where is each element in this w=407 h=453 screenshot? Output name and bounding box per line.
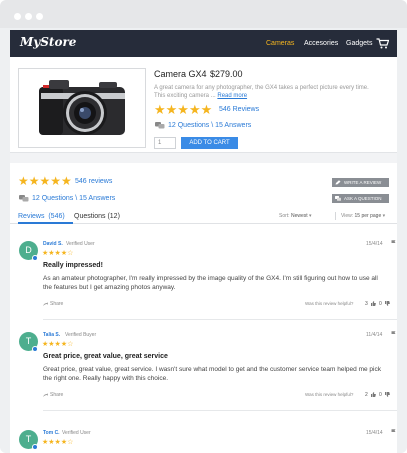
review-date: 15/4/14: [366, 430, 383, 436]
ask-question-button[interactable]: ASK A QUESTION: [332, 194, 389, 203]
product-price: $279.00: [210, 69, 243, 79]
summary-reviews-link[interactable]: 546 reviews: [75, 178, 112, 185]
thumbs-down-icon[interactable]: [385, 301, 390, 306]
product-rating-stars: ★★★★★: [154, 102, 213, 117]
section-divider: [10, 153, 397, 163]
quantity-input[interactable]: 1: [154, 137, 176, 149]
view-label: View:: [341, 213, 354, 219]
sort-select[interactable]: Sort: Newest ▾: [279, 213, 312, 219]
verified-badge-icon: [32, 346, 38, 352]
product-title: Camera GX4: [154, 69, 207, 79]
read-more-link[interactable]: Read more: [217, 93, 247, 99]
summary-rating-stars: ★★★★★: [18, 174, 72, 188]
share-button[interactable]: Share: [43, 301, 63, 307]
window-dot-icon[interactable]: [36, 13, 43, 20]
reviewer-name[interactable]: David S.: [43, 241, 63, 247]
review-stars: ★★★★☆: [42, 250, 74, 257]
review-date: 15/4/14: [366, 241, 383, 247]
product-reviews-link[interactable]: 546 Reviews: [219, 106, 259, 113]
tab-questions[interactable]: Questions (12): [74, 213, 120, 220]
reviewer-badge: Verified User: [66, 241, 95, 247]
view-select[interactable]: View: 15 per page ▾: [341, 213, 385, 219]
write-review-label: WRITE A REVIEW: [344, 180, 382, 185]
description-text: A great camera for any photographer, the…: [154, 85, 369, 99]
review-text: Great price, great value, great service.…: [43, 366, 381, 382]
window-dot-icon[interactable]: [25, 13, 32, 20]
chat-bubbles-icon: [19, 195, 29, 202]
write-review-button[interactable]: WRITE A REVIEW: [332, 178, 389, 187]
nav-item-cameras[interactable]: Cameras: [266, 40, 294, 47]
nav-item-accessories[interactable]: Accesories: [304, 40, 338, 47]
share-icon: [43, 302, 48, 306]
window-dot-icon[interactable]: [14, 13, 21, 20]
sort-value: Newest: [290, 213, 308, 219]
view-value: 15 per page: [354, 213, 382, 219]
cart-icon[interactable]: [376, 38, 389, 49]
review-text: As an amateur photographer, I'm really i…: [43, 275, 378, 291]
verified-badge-icon: [32, 444, 38, 450]
tab-reviews-label: Reviews: [18, 213, 45, 220]
helpful-prompt: Was this review helpful?: [305, 301, 354, 306]
share-label: Share: [50, 392, 64, 398]
review-title: Great price, great value, great service: [43, 353, 168, 360]
divider: [335, 212, 336, 220]
sort-label: Sort:: [279, 213, 290, 219]
reviewer-name[interactable]: Talia S.: [43, 332, 60, 338]
add-to-cart-button[interactable]: ADD TO CART: [181, 137, 238, 149]
store-logo[interactable]: MyStore: [20, 35, 76, 49]
nav-item-gadgets[interactable]: Gadgets: [346, 40, 372, 47]
upvote-count: 2: [365, 392, 368, 398]
product-card: Camera GX4 $279.00 A great camera for an…: [10, 57, 397, 153]
browser-frame: MyStore Cameras Accesories Gadgets Camer…: [0, 0, 407, 453]
browser-toolbar: [0, 0, 407, 28]
tab-reviews[interactable]: Reviews (546): [18, 213, 65, 220]
reviewer-badge: Verified User: [62, 430, 91, 436]
product-qa-link[interactable]: 12 Questions \ 15 Answers: [168, 122, 251, 129]
flag-icon[interactable]: [391, 240, 396, 246]
downvote-count: 0: [379, 301, 382, 307]
share-label: Share: [50, 301, 64, 307]
pencil-icon: [335, 180, 341, 185]
verified-badge-icon: [32, 255, 38, 261]
chat-bubbles-icon: [335, 196, 341, 201]
summary-qa-link[interactable]: 12 Questions \ 15 Answers: [32, 195, 115, 202]
ask-question-label: ASK A QUESTION: [344, 196, 382, 201]
review-stars: ★★★★☆: [42, 341, 74, 348]
review-title: Really impressed!: [43, 262, 103, 269]
helpful-prompt: Was this review helpful?: [305, 392, 354, 397]
flag-icon[interactable]: [391, 331, 396, 337]
share-button[interactable]: Share: [43, 392, 63, 398]
tab-reviews-count: (546): [48, 213, 65, 220]
thumbs-up-icon[interactable]: [371, 301, 376, 306]
chat-bubbles-icon: [155, 122, 165, 129]
reviewer-name[interactable]: Tom C.: [43, 430, 60, 436]
thumbs-down-icon[interactable]: [385, 392, 390, 397]
review-divider: [43, 410, 397, 411]
thumbs-up-icon[interactable]: [371, 392, 376, 397]
camera-icon: [39, 80, 125, 135]
share-icon: [43, 393, 48, 397]
top-navbar: MyStore Cameras Accesories Gadgets: [10, 30, 397, 57]
active-tab-indicator: [18, 222, 73, 224]
review-stars: ★★★★☆: [42, 439, 74, 446]
store-page: MyStore Cameras Accesories Gadgets Camer…: [10, 30, 397, 453]
flag-icon[interactable]: [391, 429, 396, 435]
product-description: A great camera for any photographer, the…: [154, 84, 379, 100]
review-date: 11/4/14: [366, 332, 383, 338]
downvote-count: 0: [379, 392, 382, 398]
upvote-count: 3: [365, 301, 368, 307]
reviewer-badge: Verified Buyer: [65, 332, 97, 338]
review-divider: [43, 319, 397, 320]
product-image[interactable]: [18, 68, 146, 148]
review-tabs: Reviews (546) Questions (12) Sort: Newes…: [10, 208, 397, 224]
